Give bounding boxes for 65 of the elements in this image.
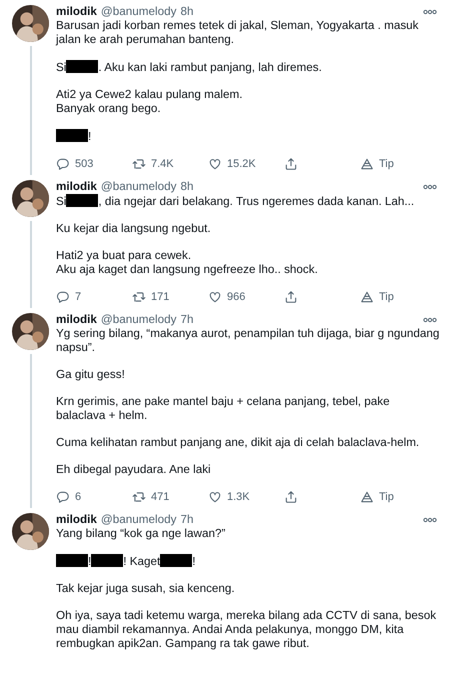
- tweet-time[interactable]: 7h: [180, 313, 194, 327]
- share-icon[interactable]: [284, 157, 298, 171]
- tip-label[interactable]: Tip: [379, 157, 394, 171]
- user-name[interactable]: milodik: [56, 5, 97, 19]
- tweet-time[interactable]: 8h: [180, 5, 194, 19]
- share-icon[interactable]: [284, 290, 298, 304]
- avatar: [12, 5, 49, 42]
- retweet-icon[interactable]: [132, 490, 146, 504]
- reply-icon[interactable]: [56, 157, 70, 171]
- user-name[interactable]: milodik: [56, 513, 97, 527]
- tweet-text: Banyak orang bego.: [56, 102, 162, 116]
- tweet-time[interactable]: 8h: [180, 180, 194, 194]
- heart-icon[interactable]: [208, 490, 222, 504]
- tweet-text: Tak kejar juga susah, sia kenceng.: [56, 582, 236, 596]
- like-count: 966: [227, 290, 246, 304]
- more-icon[interactable]: [423, 317, 437, 323]
- tip-label[interactable]: Tip: [379, 490, 394, 504]
- tip-icon[interactable]: [360, 157, 374, 171]
- tweet-text: Hati2 ya buat para cewek.: [56, 249, 192, 263]
- tweet-text: Ati2 ya Cewe2 kalau pulang malem.: [56, 88, 244, 102]
- user-name[interactable]: milodik: [56, 313, 97, 327]
- reply-icon[interactable]: [56, 290, 70, 304]
- avatar: [12, 180, 49, 217]
- more-icon[interactable]: [423, 517, 437, 523]
- user-handle[interactable]: @banumelody: [100, 313, 176, 327]
- user-handle[interactable]: @banumelody: [100, 513, 176, 527]
- tip-label[interactable]: Tip: [379, 290, 394, 304]
- tweet-text: Si , dia ngejar dari belakang. Trus ngeremes dada kanan. Lah...: [56, 194, 416, 209]
- tweet-text: Si . Aku kan laki rambut panjang, lah diremes.: [56, 60, 323, 75]
- tweet-text: Ga gitu gess!: [56, 368, 126, 382]
- share-icon[interactable]: [284, 490, 298, 504]
- retweet-count: 171: [151, 290, 170, 304]
- tweet-text: Ku kejar dia langsung ngebut.: [56, 222, 212, 236]
- more-icon[interactable]: [423, 9, 437, 15]
- tweet-text: Barusan jadi korban remes tetek di jakal, Sleman, Yogyakarta . masuk jalan ke arah perumahan banteng.: [56, 19, 420, 47]
- user-name[interactable]: milodik: [56, 180, 97, 194]
- retweet-icon[interactable]: [132, 290, 146, 304]
- retweet-count: 471: [151, 490, 170, 504]
- reply-count: 7: [75, 290, 82, 304]
- heart-icon[interactable]: [208, 157, 222, 171]
- heart-icon[interactable]: [208, 290, 222, 304]
- tweet-text: Cuma kelihatan rambut panjang ane, dikit aja di celah balaclava-helm.: [56, 436, 420, 450]
- more-icon[interactable]: [423, 184, 437, 190]
- tweet-text: ! ! Kaget !: [56, 554, 441, 569]
- user-handle[interactable]: @banumelody: [100, 180, 176, 194]
- retweet-count: 7.4K: [151, 157, 174, 171]
- tip-icon[interactable]: [360, 290, 374, 304]
- tweet-text: Oh iya, saya tadi ketemu warga, mereka bilang ada CCTV di sana, besok mau diambil rekamannya. Andai Anda pelakunya, monggo DM, kita rembugkan apik2an. Gampang ra tak gawe ribut.: [56, 609, 438, 651]
- tweet-text: Aku aja kaget dan langsung ngefreeze lho.. shock.: [56, 263, 319, 277]
- like-count: 15.2K: [227, 157, 256, 171]
- reply-count: 503: [75, 157, 94, 171]
- tweet-text: !: [56, 129, 441, 144]
- reply-icon[interactable]: [56, 490, 70, 504]
- retweet-icon[interactable]: [132, 157, 146, 171]
- avatar: [12, 313, 49, 350]
- like-count: 1.3K: [227, 490, 250, 504]
- avatar: [12, 513, 49, 550]
- tweet-text: Krn gerimis, ane pake mantel baju + celana panjang, tebel, pake balaclava + helm.: [56, 395, 391, 423]
- tip-icon[interactable]: [360, 490, 374, 504]
- tweet-text: Yg sering bilang, “makanya aurot, penampilan tuh dijaga, biar g ngundang napsu”.: [56, 327, 440, 355]
- tweet-text: Yang bilang “kok ga nge lawan?”: [56, 527, 226, 541]
- user-handle[interactable]: @banumelody: [100, 5, 176, 19]
- tweet-time[interactable]: 7h: [180, 513, 194, 527]
- tweet-text: Eh dibegal payudara. Ane laki: [56, 463, 212, 477]
- reply-count: 6: [75, 490, 82, 504]
